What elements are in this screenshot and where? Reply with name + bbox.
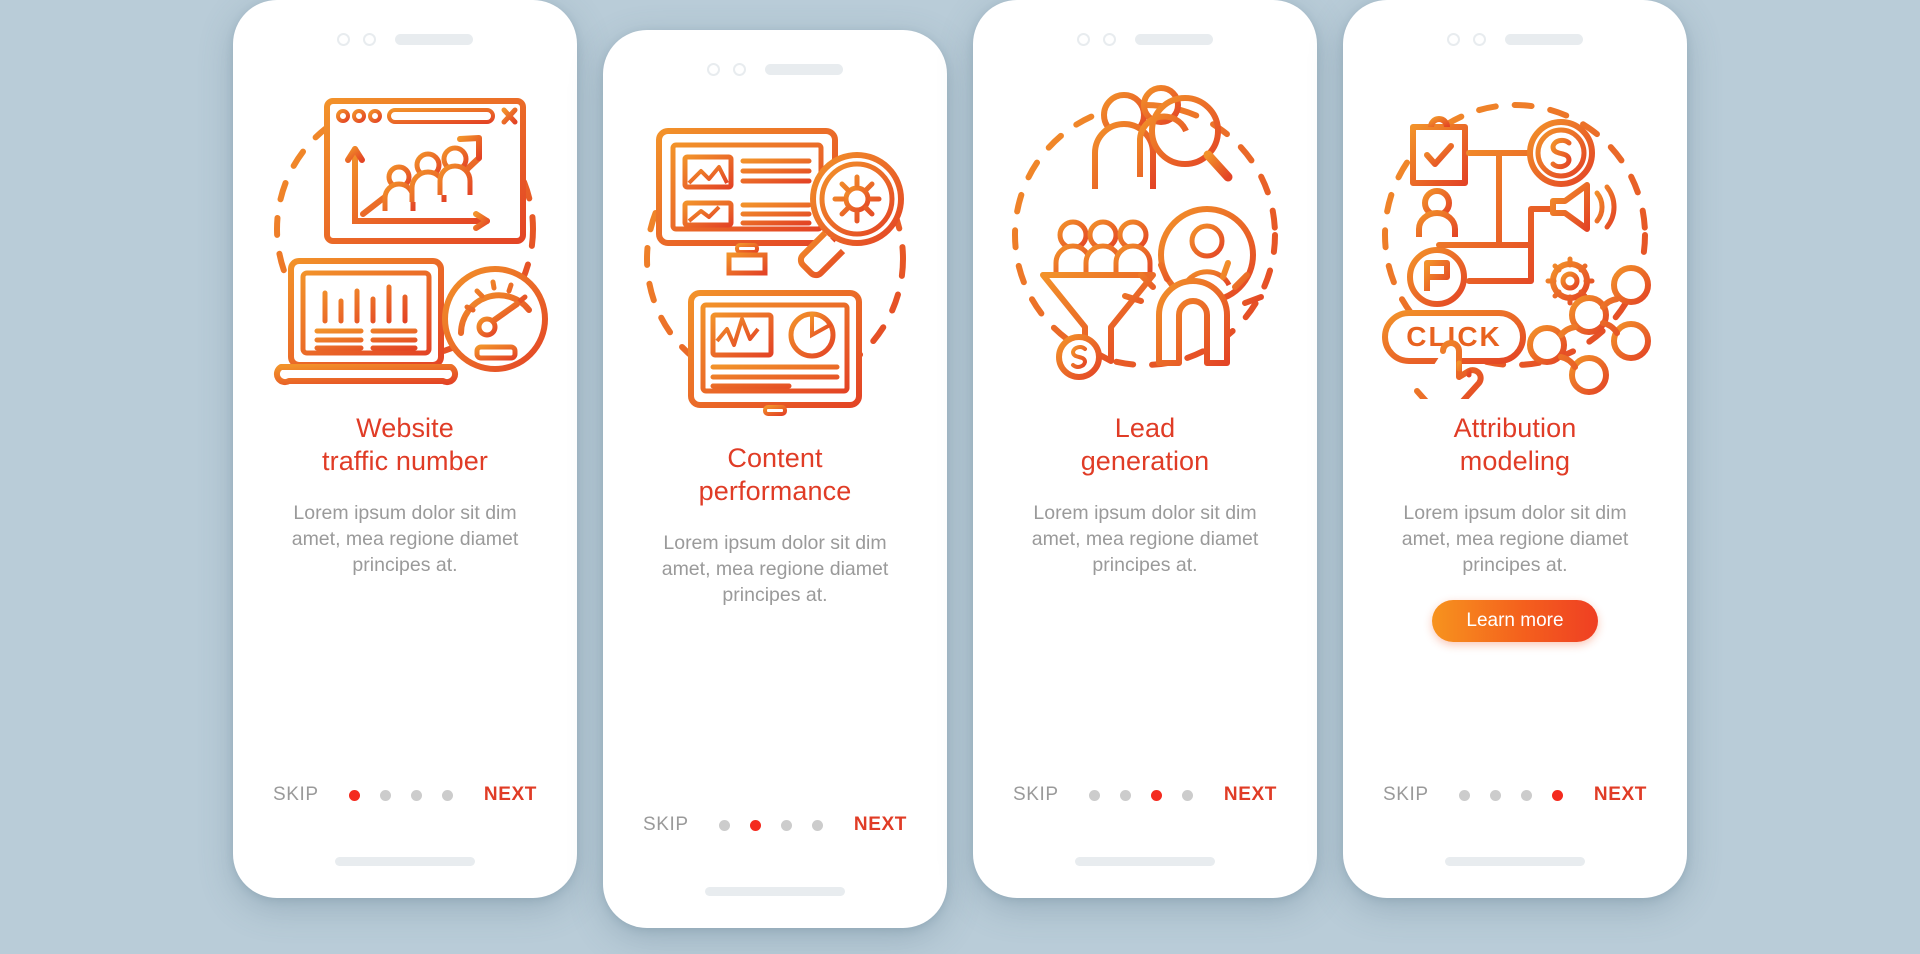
onboarding-screens-stage: Website traffic number Lorem ipsum dolor… (0, 0, 1920, 954)
status-circle-icon (337, 32, 350, 46)
step-indicator (349, 789, 454, 801)
status-speaker-bar (1505, 33, 1583, 45)
onboarding-card-1: Website traffic number Lorem ipsum dolor… (233, 0, 577, 898)
next-button[interactable]: NEXT (1224, 784, 1277, 806)
skip-button[interactable]: SKIP (1383, 784, 1429, 806)
attribution-modeling-illustration: CLICK (1343, 64, 1687, 404)
onboarding-nav: SKIP NEXT (603, 814, 947, 836)
step-dot-1[interactable] (349, 789, 361, 801)
page-description: Lorem ipsum dolor sit dim amet, mea regi… (661, 532, 889, 606)
next-button[interactable]: NEXT (484, 784, 537, 806)
learn-more-container: Learn more (1343, 600, 1687, 642)
onboarding-nav: SKIP NEXT (973, 784, 1317, 806)
step-dot-1[interactable] (1089, 789, 1101, 801)
title-line-1: Attribution (1453, 413, 1577, 443)
status-circle-icon (1447, 32, 1460, 46)
next-button[interactable]: NEXT (1594, 784, 1647, 806)
title-line-2: generation (1080, 446, 1210, 476)
step-dot-2[interactable] (1120, 789, 1132, 801)
skip-button[interactable]: SKIP (643, 814, 689, 836)
status-speaker-bar (395, 33, 473, 45)
onboarding-card-3: Lead generation Lorem ipsum dolor sit di… (973, 0, 1317, 898)
step-dot-2[interactable] (750, 819, 762, 831)
step-dot-2[interactable] (380, 789, 392, 801)
step-indicator (1089, 789, 1194, 801)
step-dot-1[interactable] (719, 819, 731, 831)
page-description: Lorem ipsum dolor sit dim amet, mea regi… (291, 502, 519, 576)
step-indicator (1459, 789, 1564, 801)
status-bar (603, 30, 947, 90)
status-bar (1343, 0, 1687, 60)
page-title: Website traffic number (322, 412, 488, 478)
page-title: Lead generation (1081, 412, 1210, 478)
step-dot-1[interactable] (1459, 789, 1471, 801)
content-performance-illustration (603, 94, 947, 434)
onboarding-card-4: CLICK Attribution modeling Lorem ipsum d… (1343, 0, 1687, 898)
website-traffic-illustration (233, 64, 577, 404)
status-circle-icon (733, 62, 746, 76)
title-line-1: Content (727, 443, 823, 473)
status-speaker-bar (1135, 33, 1213, 45)
home-indicator (1075, 857, 1215, 866)
status-speaker-bar (765, 63, 843, 75)
step-dot-4[interactable] (1552, 789, 1564, 801)
lead-generation-illustration (973, 64, 1317, 404)
step-dot-4[interactable] (442, 789, 454, 801)
skip-button[interactable]: SKIP (1013, 784, 1059, 806)
page-description: Lorem ipsum dolor sit dim amet, mea regi… (1401, 502, 1629, 576)
onboarding-nav: SKIP NEXT (233, 784, 577, 806)
title-line-2: traffic number (322, 446, 488, 476)
status-bar (233, 0, 577, 60)
page-description: Lorem ipsum dolor sit dim amet, mea regi… (1031, 502, 1259, 576)
step-indicator (719, 819, 824, 831)
step-dot-3[interactable] (1151, 789, 1163, 801)
title-line-2: performance (698, 476, 852, 506)
step-dot-2[interactable] (1490, 789, 1502, 801)
status-circle-icon (707, 62, 720, 76)
next-button[interactable]: NEXT (854, 814, 907, 836)
title-line-2: modeling (1459, 446, 1571, 476)
home-indicator (705, 887, 845, 896)
skip-button[interactable]: SKIP (273, 784, 319, 806)
home-indicator (335, 857, 475, 866)
step-dot-4[interactable] (812, 819, 824, 831)
status-circle-icon (1077, 32, 1090, 46)
step-dot-3[interactable] (781, 819, 793, 831)
onboarding-nav: SKIP NEXT (1343, 784, 1687, 806)
step-dot-3[interactable] (411, 789, 423, 801)
page-title: Attribution modeling (1454, 412, 1577, 478)
step-dot-3[interactable] (1521, 789, 1533, 801)
onboarding-card-2: Content performance Lorem ipsum dolor si… (603, 30, 947, 928)
title-line-1: Website (356, 413, 454, 443)
home-indicator (1445, 857, 1585, 866)
status-bar (973, 0, 1317, 60)
status-circle-icon (363, 32, 376, 46)
status-circle-icon (1103, 32, 1116, 46)
learn-more-button[interactable]: Learn more (1432, 600, 1598, 642)
page-title: Content performance (699, 442, 852, 508)
title-line-1: Lead (1114, 413, 1176, 443)
step-dot-4[interactable] (1182, 789, 1194, 801)
status-circle-icon (1473, 32, 1486, 46)
